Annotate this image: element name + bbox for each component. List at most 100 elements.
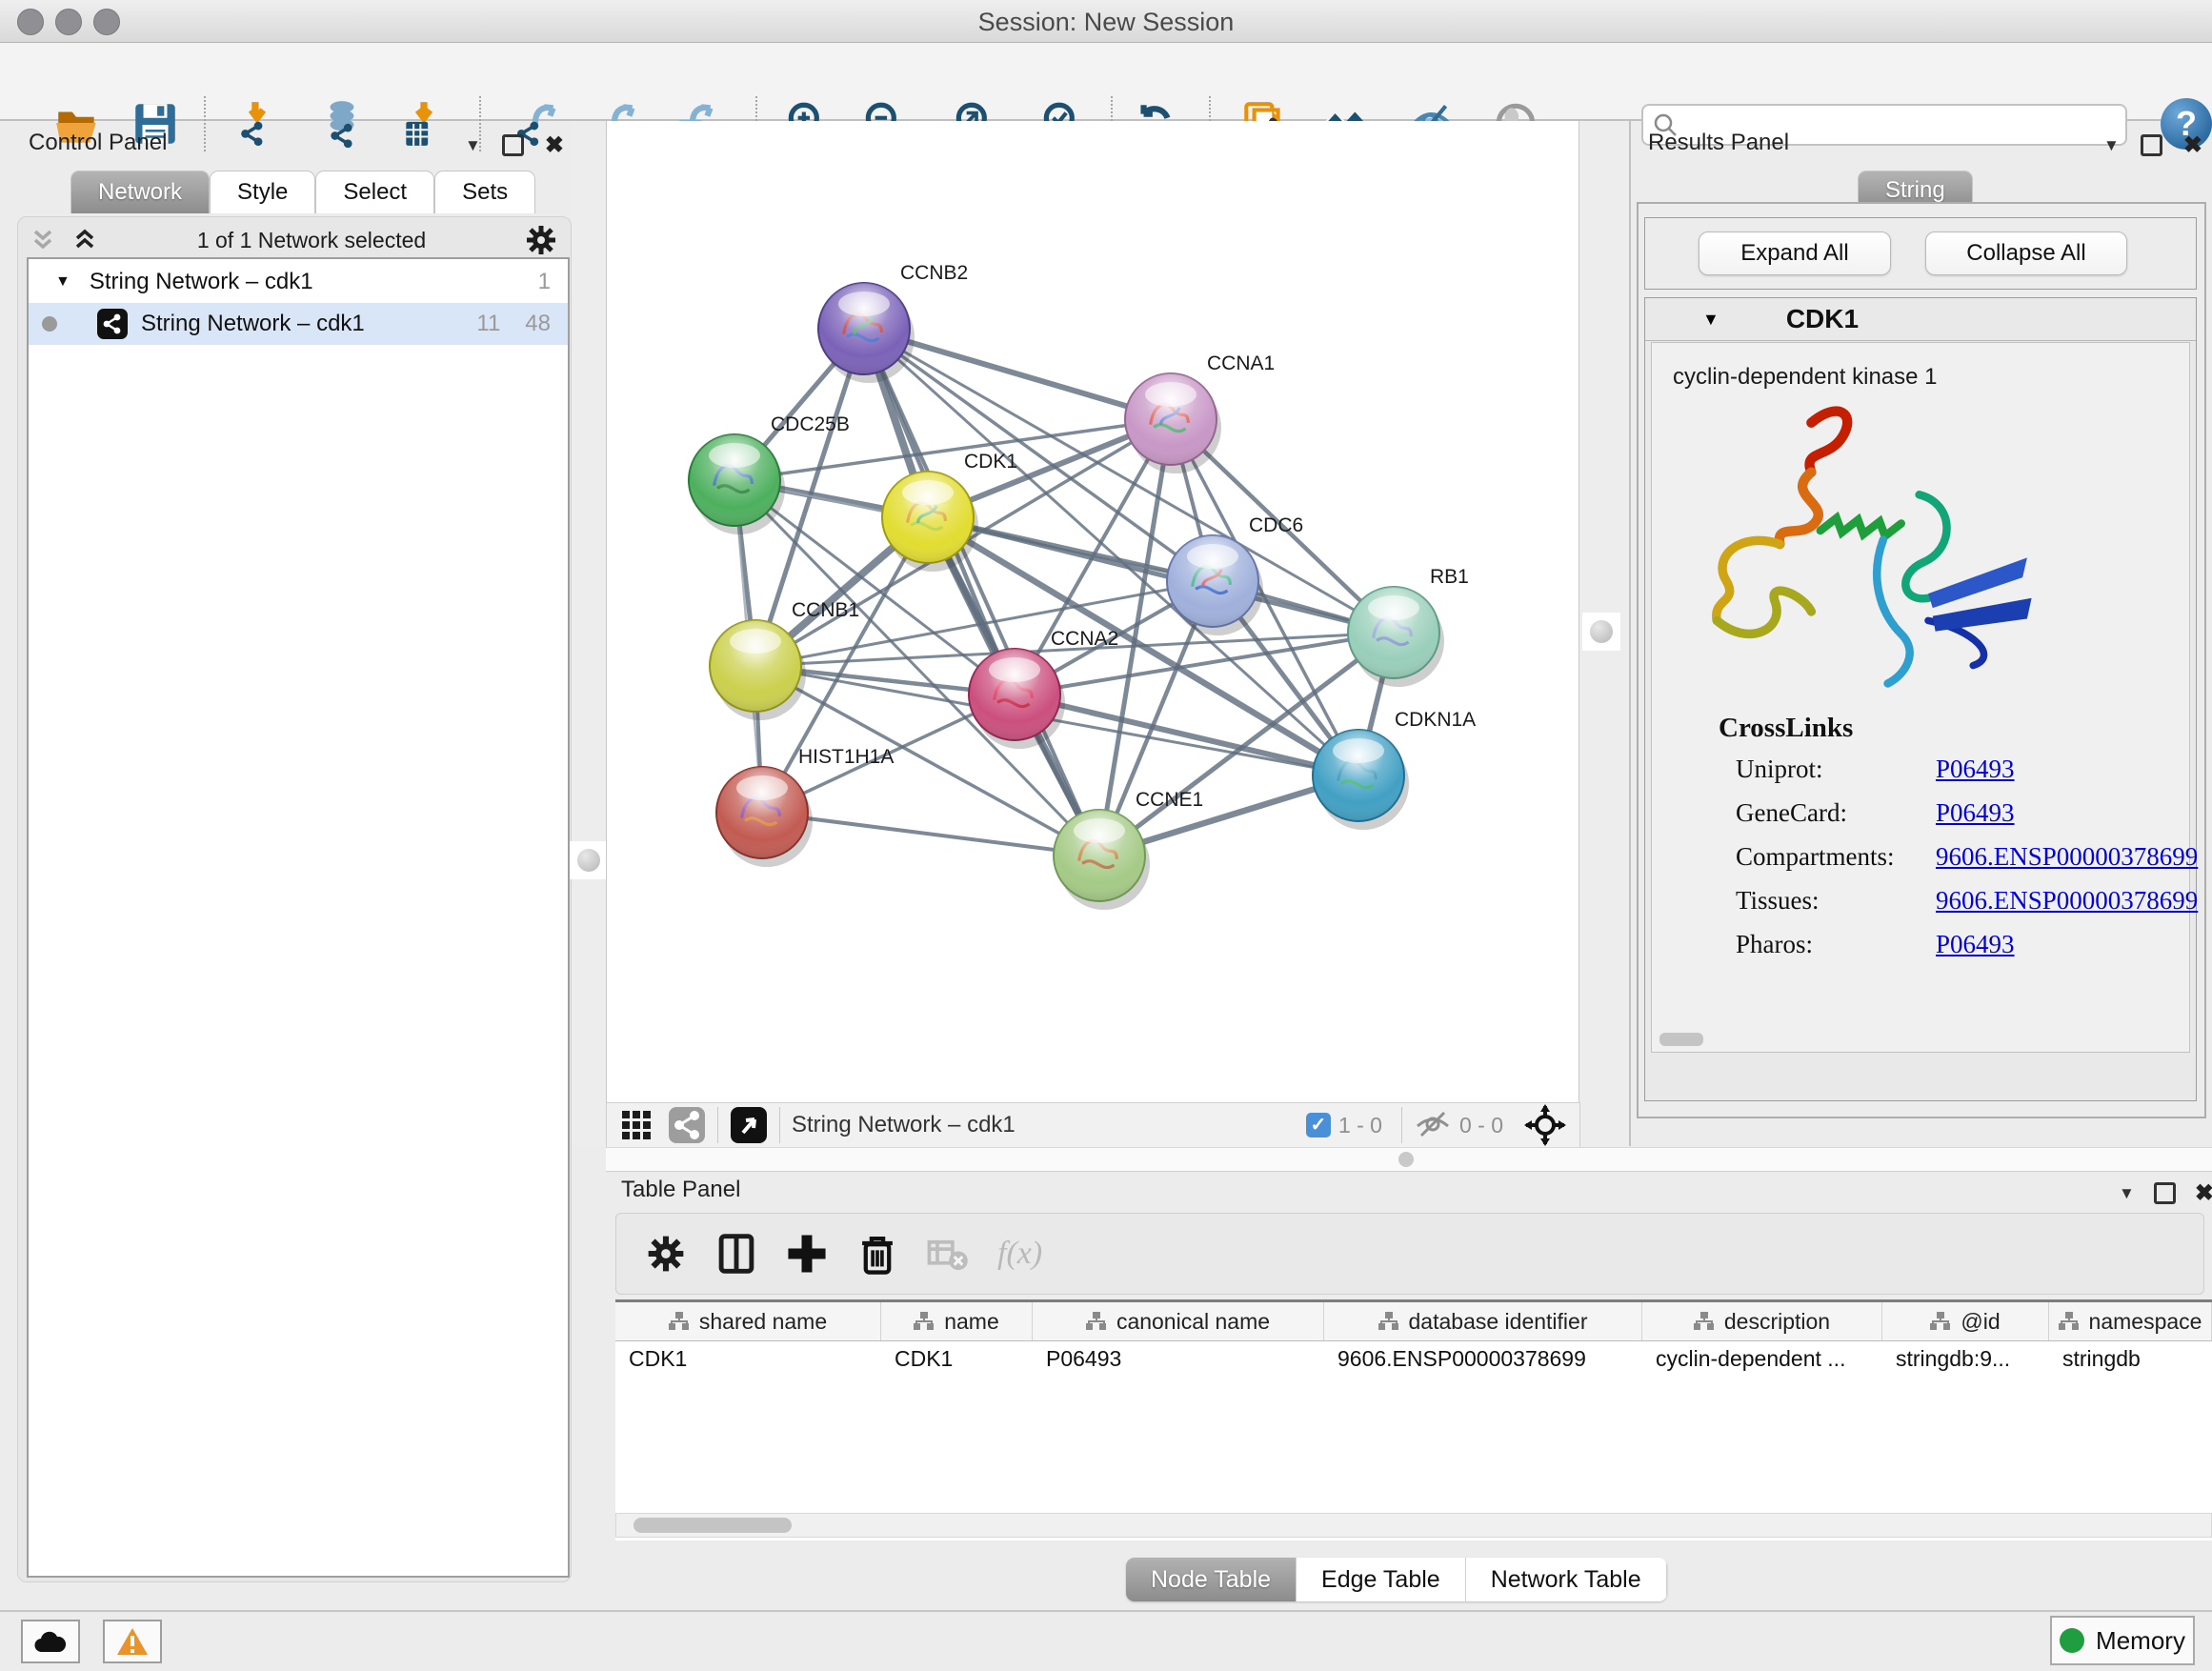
results-panel-menu-icon[interactable]: ▼ (2103, 136, 2120, 155)
column-header-canonical-name[interactable]: canonical name (1033, 1302, 1324, 1340)
column-header-database-identifier[interactable]: database identifier (1324, 1302, 1642, 1340)
network-selection-status: 1 of 1 Network selected (99, 228, 524, 253)
control-panel-close-icon[interactable]: ✖ (545, 131, 564, 159)
crosslink-row: Compartments:9606.ENSP00000378699 (1736, 842, 2174, 885)
grid-view-icon[interactable] (618, 1107, 654, 1143)
crosslink-link[interactable]: 9606.ENSP00000378699 (1936, 886, 2198, 916)
table-panel-close-icon[interactable]: ✖ (2195, 1179, 2212, 1207)
birdseye-view-icon[interactable] (730, 1106, 768, 1144)
node-CCNA1[interactable] (1125, 373, 1221, 473)
collection-count: 1 (538, 269, 551, 295)
edge-CDK1-RB1 (928, 517, 1394, 633)
node-label-CCNA2: CCNA2 (1051, 628, 1118, 650)
node-CDKN1A[interactable] (1313, 730, 1409, 830)
results-panel-close-icon[interactable]: ✖ (2183, 131, 2202, 159)
tab-network-table[interactable]: Network Table (1466, 1558, 1667, 1601)
memory-status-dot (2060, 1628, 2084, 1653)
network-canvas[interactable]: CCNB2CCNA1CDC25BCDK1CDC6RB1CCNB1CCNA2CDK… (606, 121, 1579, 1102)
control-panel-float-icon[interactable] (502, 134, 524, 156)
cloud-button[interactable] (21, 1620, 80, 1663)
results-buttons-row: Expand All Collapse All (1644, 217, 2197, 290)
crosslink-row: Pharos:P06493 (1736, 930, 2174, 973)
node-label-HIST1H1A: HIST1H1A (798, 746, 894, 768)
cell-shared-name: CDK1 (615, 1341, 881, 1378)
warning-button[interactable] (103, 1620, 162, 1663)
node-CCNA2[interactable] (969, 649, 1065, 749)
expand-all-button[interactable]: Expand All (1699, 232, 1891, 275)
show-columns-icon[interactable] (715, 1233, 757, 1275)
crosslink-link[interactable]: 9606.ENSP00000378699 (1936, 842, 2198, 872)
create-column-plus-icon[interactable] (786, 1233, 828, 1275)
cloud-icon (33, 1629, 68, 1654)
tab-edge-table[interactable]: Edge Table (1297, 1558, 1466, 1601)
tab-node-table[interactable]: Node Table (1126, 1558, 1297, 1601)
table-hscrollbar[interactable] (615, 1513, 2212, 1538)
table-settings-gear-icon[interactable] (645, 1233, 687, 1275)
column-header-description[interactable]: description (1642, 1302, 1882, 1340)
horizontal-splitter[interactable] (606, 1147, 2212, 1172)
cdk1-section-header[interactable]: ▼ CDK1 (1645, 298, 2196, 341)
right-splitter-grip[interactable] (1590, 620, 1613, 643)
column-header-shared-name[interactable]: shared name (615, 1302, 881, 1340)
network-label: String Network – cdk1 (141, 311, 365, 337)
crosslink-link[interactable]: P06493 (1936, 930, 2015, 959)
tab-network[interactable]: Network (70, 171, 210, 213)
import-table-icon[interactable] (398, 98, 450, 150)
left-splitter[interactable] (572, 121, 606, 1146)
horizontal-splitter-grip[interactable] (1398, 1152, 1414, 1167)
table-panel-menu-icon[interactable]: ▼ (2119, 1184, 2135, 1203)
expand-all-icon[interactable] (70, 226, 99, 254)
selected-nodes-checkbox[interactable]: ✓ (1306, 1113, 1331, 1137)
crosslink-link[interactable]: P06493 (1936, 755, 2015, 784)
column-header-namespace[interactable]: namespace (2049, 1302, 2212, 1340)
column-header-id[interactable]: @id (1882, 1302, 2049, 1340)
cell-namespace: stringdb (2049, 1341, 2212, 1378)
cell-id: stringdb:9... (1882, 1341, 2049, 1378)
table-hscrollbar-thumb[interactable] (633, 1518, 792, 1533)
node-CDC25B[interactable] (689, 434, 785, 534)
network-options-gear-icon[interactable] (524, 223, 558, 257)
warning-icon (116, 1627, 149, 1656)
network-collection-row[interactable]: ▼ String Network – cdk1 1 (29, 261, 568, 303)
crosslink-link[interactable]: P06493 (1936, 798, 2015, 828)
control-panel-menu-icon[interactable]: ▼ (465, 136, 481, 155)
node-RB1[interactable] (1348, 587, 1444, 687)
tab-sets[interactable]: Sets (434, 171, 535, 213)
results-panel-float-icon[interactable] (2141, 134, 2162, 156)
hidden-elements-eye-icon[interactable] (1414, 1109, 1452, 1141)
node-HIST1H1A[interactable] (716, 767, 813, 867)
node-CCNE1[interactable] (1054, 810, 1150, 910)
protein-structure-image (1665, 387, 2065, 707)
column-header-name[interactable]: name (881, 1302, 1033, 1340)
tab-select[interactable]: Select (315, 171, 434, 213)
cdk1-section: ▼ CDK1 cyclin-dependent kinase 1 C (1644, 297, 2197, 1101)
results-scrollbar-thumb[interactable] (1659, 1033, 1703, 1046)
left-splitter-grip[interactable] (577, 849, 600, 872)
pan-crosshair-icon[interactable] (1524, 1104, 1566, 1146)
share-view-icon[interactable] (668, 1106, 706, 1144)
node-label-CCNA1: CCNA1 (1207, 352, 1275, 374)
import-network-icon[interactable] (231, 98, 283, 150)
import-network-database-icon[interactable] (317, 98, 369, 150)
collapse-all-button[interactable]: Collapse All (1925, 232, 2127, 275)
hidden-count: 0 - 0 (1459, 1113, 1503, 1138)
network-selection-bar: 1 of 1 Network selected (29, 225, 558, 255)
node-label-CDC6: CDC6 (1249, 514, 1303, 536)
table-row[interactable]: CDK1CDK1P064939606.ENSP00000378699cyclin… (615, 1341, 2212, 1378)
tab-style[interactable]: Style (210, 171, 315, 213)
node-CDK1[interactable] (882, 472, 978, 572)
right-splitter[interactable] (1579, 121, 1631, 1146)
window-title: Session: New Session (0, 8, 2212, 37)
crosslink-label: GeneCard: (1736, 798, 1847, 827)
crosslink-label: Compartments: (1736, 842, 1894, 871)
delete-column-trash-icon[interactable] (856, 1233, 898, 1275)
table-panel-float-icon[interactable] (2154, 1182, 2176, 1204)
collapse-all-icon[interactable] (29, 226, 57, 254)
network-row[interactable]: String Network – cdk1 11 48 (29, 303, 568, 345)
network-node-count: 11 (476, 311, 500, 337)
collection-expand-icon[interactable]: ▼ (55, 273, 70, 291)
clear-table-icon (927, 1233, 969, 1275)
cdk1-collapse-icon[interactable]: ▼ (1702, 310, 1719, 330)
memory-label: Memory (2096, 1626, 2185, 1656)
memory-button[interactable]: Memory (2050, 1616, 2195, 1665)
